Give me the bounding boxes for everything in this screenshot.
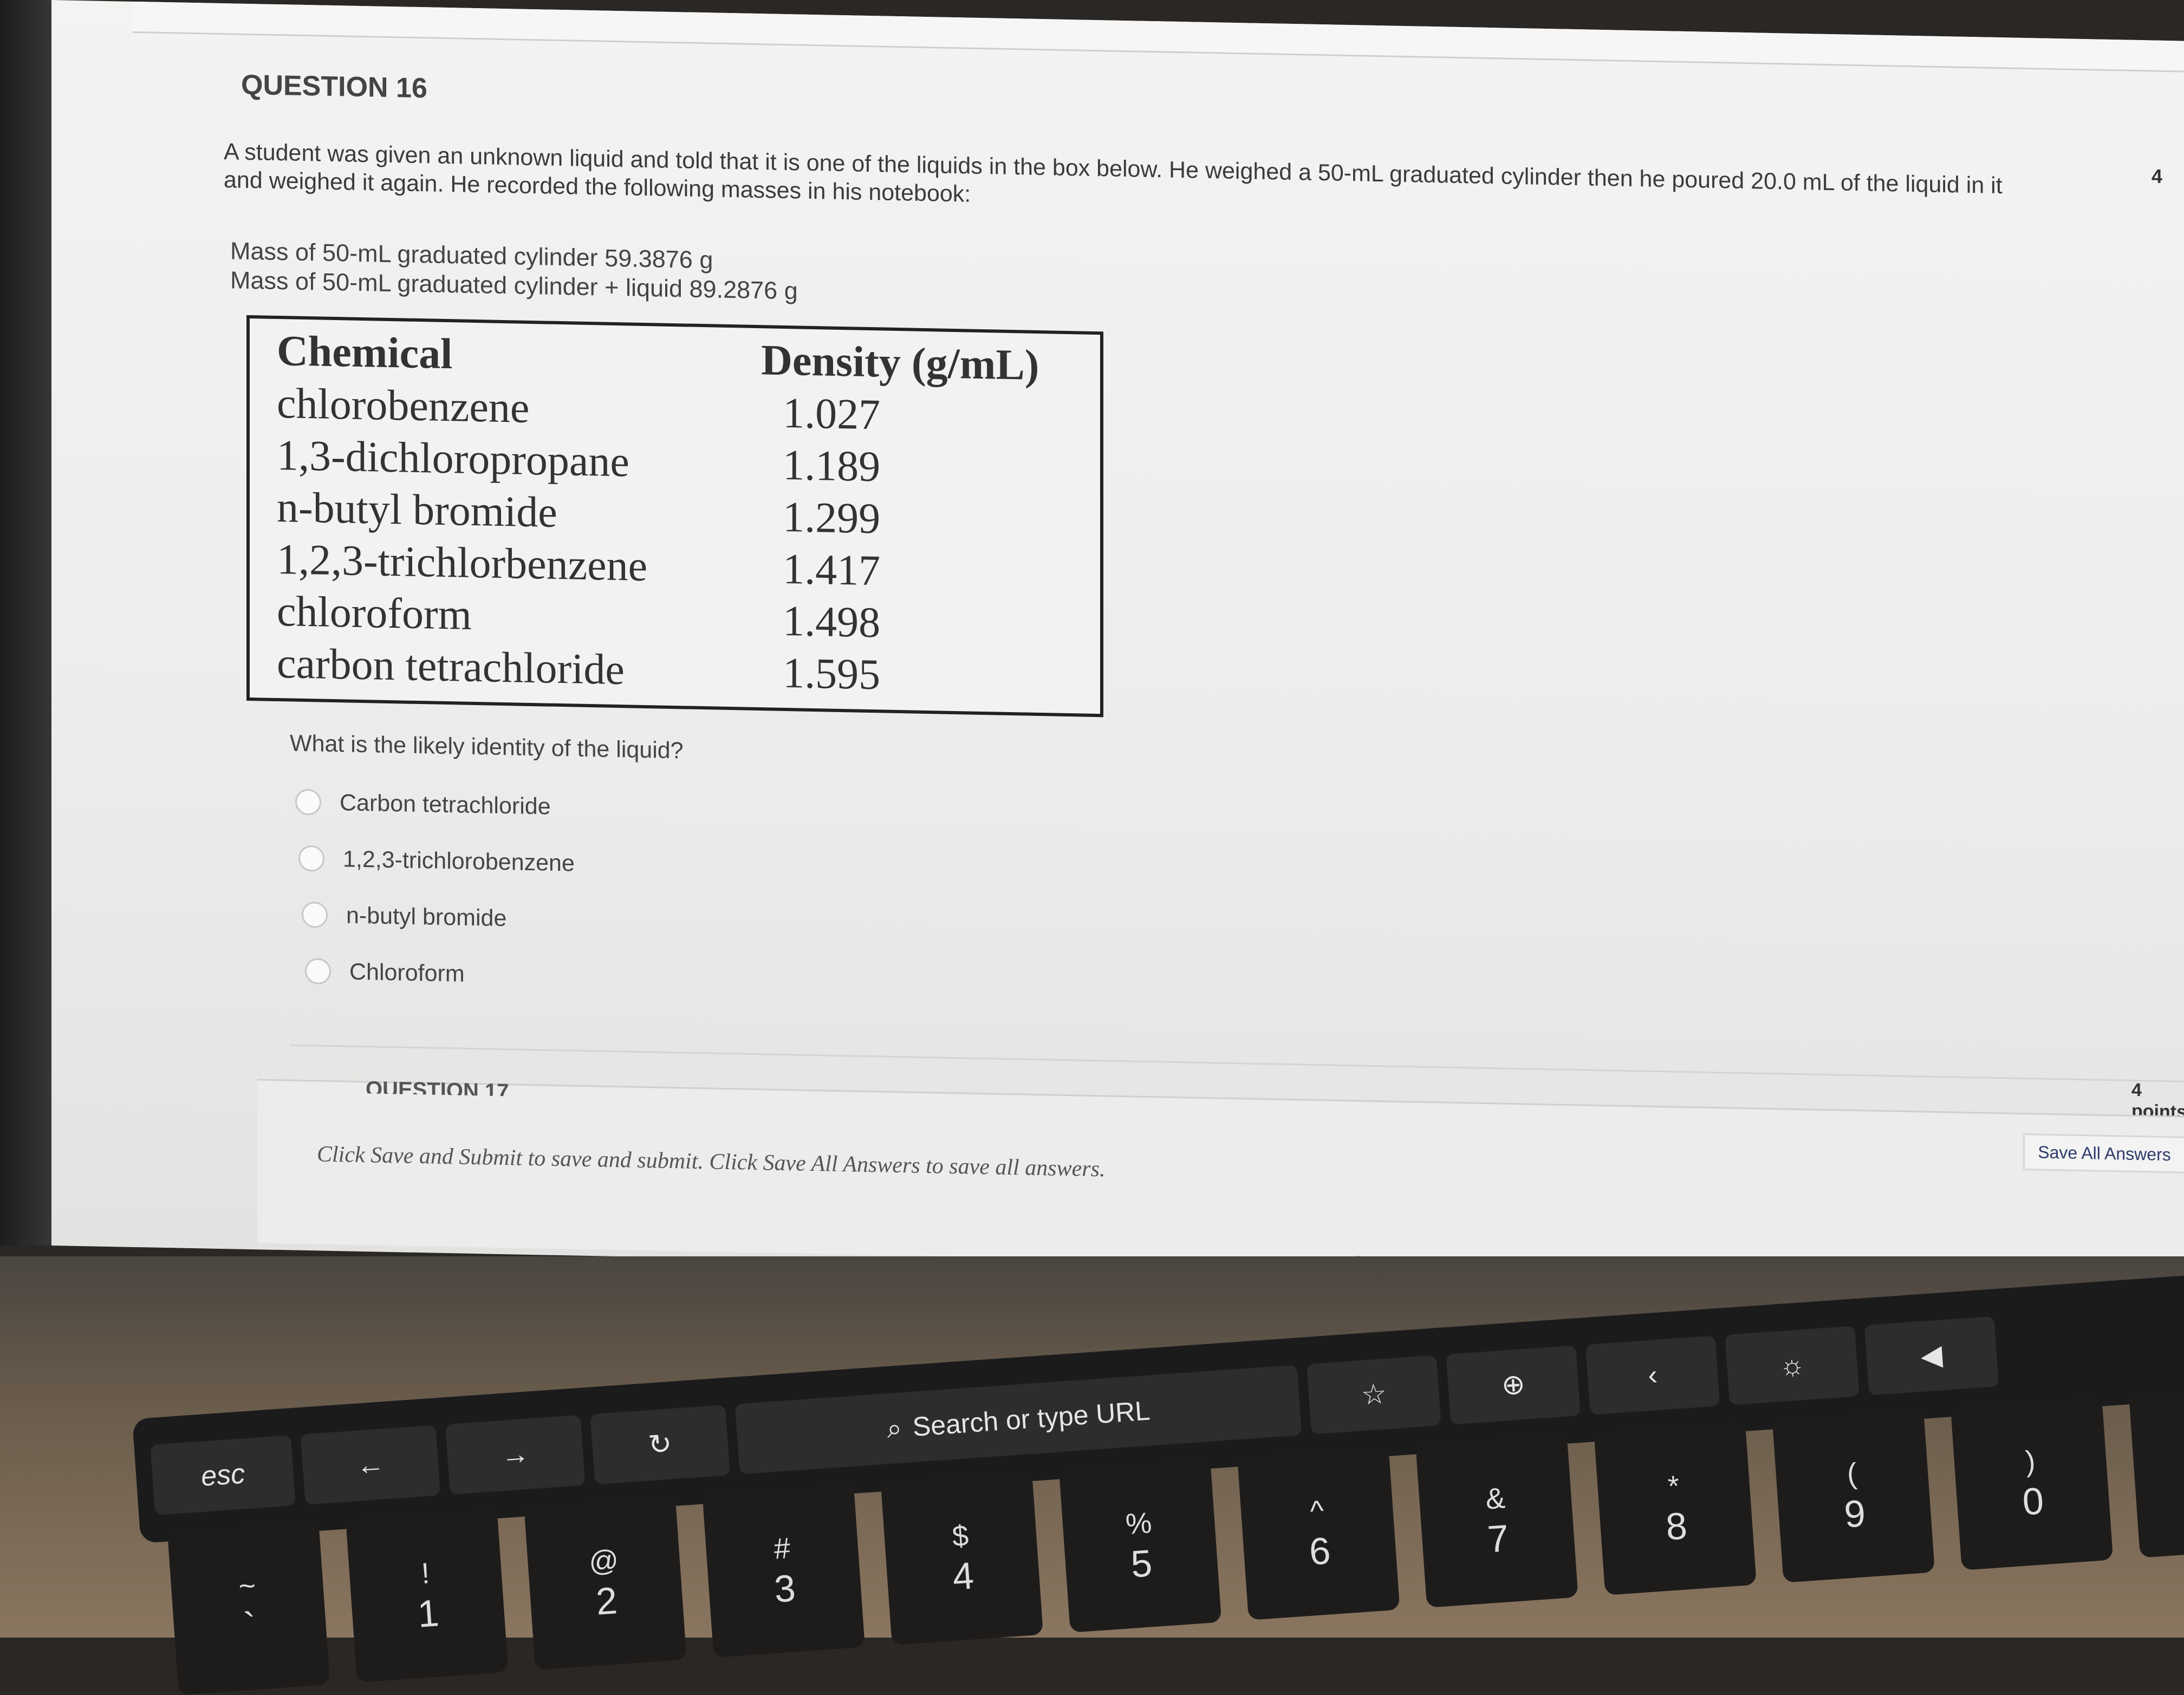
key-6[interactable]: ^ 6 [1237, 1448, 1400, 1620]
density-value: 1.027 [783, 389, 881, 439]
brightness-icon: ☼ [1778, 1348, 1806, 1383]
search-icon: ⌕ [886, 1412, 903, 1444]
density-value: 1.417 [783, 545, 881, 595]
answer-option-carbon-tetrachloride[interactable]: Carbon tetrachloride [295, 774, 575, 836]
question-header: QUESTION 16 [241, 69, 427, 105]
question-divider [290, 1044, 2184, 1084]
density-value: 1.299 [783, 493, 881, 543]
chemical-name: chlorobenzene [277, 379, 530, 432]
option-label: n-butyl bromide [346, 902, 507, 931]
question-prompt: What is the likely identity of the liqui… [290, 730, 684, 764]
density-value: 1.189 [783, 441, 881, 491]
option-label: 1,2,3-trichlorobenzene [343, 845, 575, 877]
density-value: 1.595 [783, 649, 881, 699]
save-all-answers-button[interactable]: Save All Answers [2023, 1133, 2184, 1174]
forward-button[interactable]: → [445, 1414, 586, 1495]
star-icon: ☆ [1360, 1378, 1388, 1412]
answer-options: Carbon tetrachloride 1,2,3-trichlorobenz… [295, 774, 575, 1005]
key-backtick[interactable]: ~ ` [167, 1522, 330, 1695]
answer-option-chloroform[interactable]: Chloroform [305, 943, 575, 1005]
radio-button[interactable] [295, 788, 321, 816]
expand-control-strip[interactable]: ‹ [1585, 1335, 1720, 1415]
chemical-name: 1,2,3-trichlorbenzene [277, 535, 648, 590]
add-tab-icon: ⊕ [1500, 1368, 1526, 1401]
key-8[interactable]: * 8 [1594, 1423, 1757, 1595]
chemical-name: chloroform [277, 587, 472, 639]
reload-icon: ↻ [647, 1428, 673, 1462]
next-question-header: QUESTION 17 [366, 1077, 509, 1097]
previous-question-strip [133, 1, 2184, 73]
chemical-name: 1,3-dichloropropane [277, 431, 629, 486]
brightness-button[interactable]: ☼ [1725, 1326, 1860, 1405]
key-9[interactable]: (9 [1772, 1410, 1935, 1583]
key-0[interactable]: ) 0 [1951, 1398, 2114, 1570]
volume-button[interactable]: ◀ [1864, 1316, 1999, 1396]
radio-button[interactable] [302, 901, 328, 928]
key-1[interactable]: ! 1 [346, 1510, 509, 1683]
submit-footer: QUESTION 17 Click Save and Submit to sav… [257, 1077, 2184, 1281]
submit-instructions: Click Save and Submit to save and submit… [317, 1142, 1106, 1182]
url-search-field[interactable]: ⌕ Search or type URL [734, 1365, 1302, 1475]
answer-option-trichlorobenzene[interactable]: 1,2,3-trichlorobenzene [298, 830, 575, 892]
option-label: Chloroform [349, 959, 465, 987]
answer-option-n-butyl-bromide[interactable]: n-butyl bromide [302, 886, 575, 948]
bookmark-button[interactable]: ☆ [1306, 1355, 1441, 1435]
key-minus[interactable]: _- [2129, 1385, 2184, 1558]
column-header-chemical: Chemical [277, 327, 453, 378]
esc-key[interactable]: esc [150, 1435, 296, 1516]
chemical-name: n-butyl bromide [277, 483, 557, 537]
reload-button[interactable]: ↻ [590, 1405, 730, 1485]
screen-bezel [0, 0, 60, 1246]
radio-button[interactable] [305, 957, 331, 985]
expand-icon: ‹ [1647, 1359, 1659, 1392]
radio-button[interactable] [298, 845, 324, 872]
key-2[interactable]: @2 [524, 1497, 687, 1670]
key-3[interactable]: #3 [702, 1485, 865, 1658]
back-arrow-icon: ← [355, 1448, 386, 1482]
option-label: Carbon tetrachloride [340, 789, 551, 820]
key-5[interactable]: % 5 [1059, 1460, 1222, 1633]
browser-screen: QUESTION 16 4 A student was given an unk… [51, 0, 2184, 1287]
question-text: A student was given an unknown liquid an… [224, 139, 2003, 207]
mass-readings: Mass of 50-mL graduated cylinder 59.3876… [230, 236, 798, 305]
question-points: 4 [2151, 165, 2162, 187]
forward-arrow-icon: → [500, 1438, 531, 1472]
key-7[interactable]: & 7 [1415, 1435, 1578, 1608]
column-header-density: Density (g/mL) [761, 336, 1039, 389]
key-4[interactable]: $4 [880, 1472, 1044, 1645]
density-value: 1.498 [783, 597, 881, 647]
chemical-name: carbon tetrachloride [277, 639, 625, 694]
back-button[interactable]: ← [300, 1425, 441, 1505]
new-tab-button[interactable]: ⊕ [1446, 1345, 1581, 1425]
url-placeholder: Search or type URL [911, 1395, 1151, 1443]
volume-icon: ◀ [1919, 1339, 1943, 1372]
density-table: Chemical Density (g/mL) chlorobenzene 1.… [246, 315, 1103, 718]
